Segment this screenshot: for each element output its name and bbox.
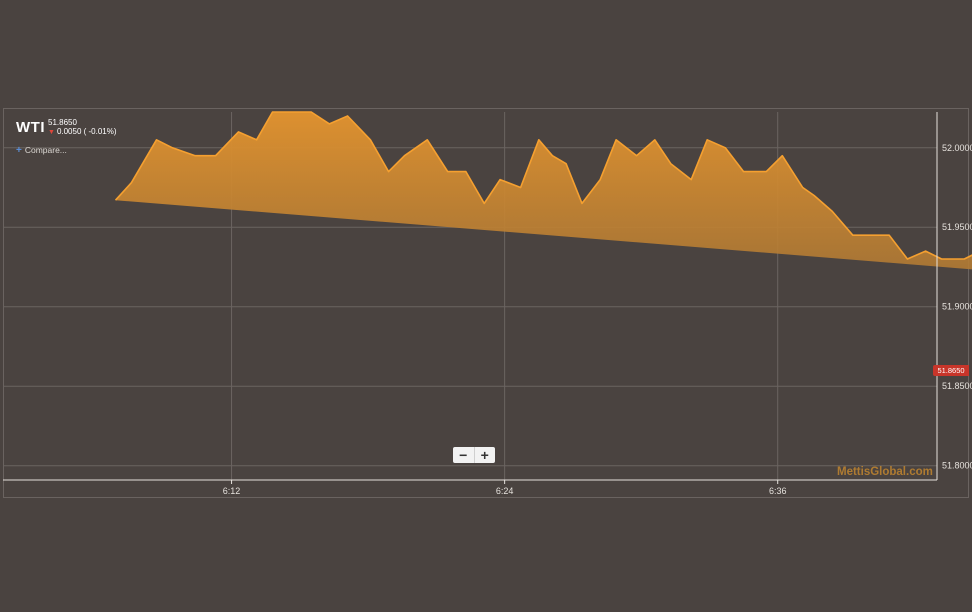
x-tick-label: 6:12	[223, 486, 241, 496]
watermark: MettisGlobal.com	[837, 466, 933, 478]
price-chart: 6:126:246:366:487:007:127:247:367:48 52.…	[3, 111, 972, 496]
price-value: 51.8650	[48, 118, 77, 127]
zoom-in-button[interactable]: +	[475, 447, 496, 463]
x-tick-label: 6:36	[769, 486, 787, 496]
down-arrow-icon: ▼	[48, 129, 55, 136]
y-tick-label: 51.8000	[942, 461, 972, 471]
compare-button[interactable]: + Compare...	[16, 145, 67, 156]
price-area-fill	[115, 112, 972, 270]
y-tick-label: 52.0000	[942, 143, 972, 153]
symbol-label: WTI	[16, 119, 45, 136]
last-price-tag: 51.8650	[933, 365, 969, 376]
y-tick-label: 51.9000	[942, 302, 972, 312]
compare-label: Compare...	[24, 145, 67, 155]
y-tick-label: 51.8500	[942, 381, 972, 391]
plus-icon: +	[16, 145, 22, 156]
x-tick-label: 6:24	[496, 486, 514, 496]
zoom-out-button[interactable]: −	[453, 447, 475, 463]
change-value: 0.0050 ( -0.01%)	[56, 127, 117, 136]
price-change: ▼ 0.0050 ( -0.01%)	[48, 127, 117, 136]
zoom-controls: − +	[453, 447, 495, 463]
y-tick-label: 51.9500	[942, 222, 972, 232]
